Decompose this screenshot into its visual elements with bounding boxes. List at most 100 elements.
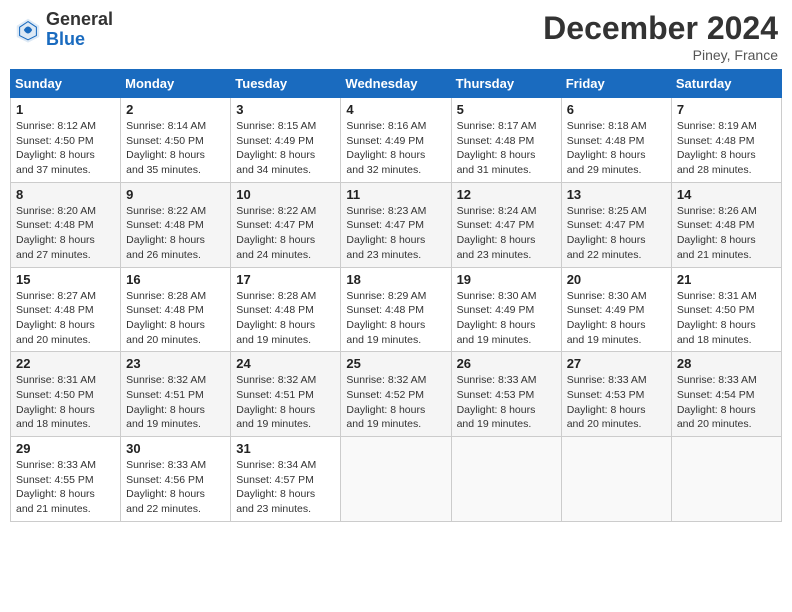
- day-number: 21: [677, 272, 776, 287]
- day-info: Sunrise: 8:26 AMSunset: 4:48 PMDaylight:…: [677, 204, 776, 263]
- day-number: 13: [567, 187, 666, 202]
- day-info: Sunrise: 8:24 AMSunset: 4:47 PMDaylight:…: [457, 204, 556, 263]
- calendar-cell: 14 Sunrise: 8:26 AMSunset: 4:48 PMDayligh…: [671, 182, 781, 267]
- day-number: 17: [236, 272, 335, 287]
- day-info: Sunrise: 8:30 AMSunset: 4:49 PMDaylight:…: [457, 289, 556, 348]
- day-info: Sunrise: 8:16 AMSunset: 4:49 PMDaylight:…: [346, 119, 445, 178]
- logo-text: General Blue: [46, 10, 113, 50]
- calendar-cell: 19 Sunrise: 8:30 AMSunset: 4:49 PMDayligh…: [451, 267, 561, 352]
- day-info: Sunrise: 8:31 AMSunset: 4:50 PMDaylight:…: [677, 289, 776, 348]
- title-block: December 2024 Piney, France: [543, 10, 778, 63]
- day-number: 8: [16, 187, 115, 202]
- calendar-cell: 11Sunrise: 8:23 AMSunset: 4:47 PMDayligh…: [341, 182, 451, 267]
- logo: General Blue: [14, 10, 113, 50]
- day-number: 10: [236, 187, 335, 202]
- day-number: 23: [126, 356, 225, 371]
- day-number: 1: [16, 102, 115, 117]
- calendar-cell: 17 Sunrise: 8:28 AMSunset: 4:48 PMDayligh…: [231, 267, 341, 352]
- day-info: Sunrise: 8:12 AMSunset: 4:50 PMDaylight:…: [16, 119, 115, 178]
- calendar-cell: 8Sunrise: 8:20 AMSunset: 4:48 PMDaylight…: [11, 182, 121, 267]
- calendar-cell: 30 Sunrise: 8:33 AMSunset: 4:56 PMDayligh…: [121, 437, 231, 522]
- day-info: Sunrise: 8:14 AMSunset: 4:50 PMDaylight:…: [126, 119, 225, 178]
- day-info: Sunrise: 8:32 AMSunset: 4:51 PMDaylight:…: [126, 373, 225, 432]
- day-number: 16: [126, 272, 225, 287]
- logo-general: General: [46, 10, 113, 30]
- day-info: Sunrise: 8:31 AMSunset: 4:50 PMDaylight:…: [16, 373, 115, 432]
- calendar-cell: [561, 437, 671, 522]
- day-info: Sunrise: 8:28 AMSunset: 4:48 PMDaylight:…: [236, 289, 335, 348]
- calendar-cell: [341, 437, 451, 522]
- page-header: General Blue December 2024 Piney, France: [10, 10, 782, 63]
- calendar-cell: 28 Sunrise: 8:33 AMSunset: 4:54 PMDayligh…: [671, 352, 781, 437]
- day-number: 29: [16, 441, 115, 456]
- day-number: 24: [236, 356, 335, 371]
- day-info: Sunrise: 8:19 AMSunset: 4:48 PMDaylight:…: [677, 119, 776, 178]
- calendar-cell: 23 Sunrise: 8:32 AMSunset: 4:51 PMDayligh…: [121, 352, 231, 437]
- day-info: Sunrise: 8:33 AMSunset: 4:55 PMDaylight:…: [16, 458, 115, 517]
- calendar-cell: 10 Sunrise: 8:22 AMSunset: 4:47 PMDayligh…: [231, 182, 341, 267]
- day-info: Sunrise: 8:32 AMSunset: 4:51 PMDaylight:…: [236, 373, 335, 432]
- day-header-thursday: Thursday: [451, 70, 561, 98]
- day-number: 22: [16, 356, 115, 371]
- calendar-cell: 12Sunrise: 8:24 AMSunset: 4:47 PMDayligh…: [451, 182, 561, 267]
- day-info: Sunrise: 8:28 AMSunset: 4:48 PMDaylight:…: [126, 289, 225, 348]
- day-number: 14: [677, 187, 776, 202]
- calendar-header-row: SundayMondayTuesdayWednesdayThursdayFrid…: [11, 70, 782, 98]
- day-info: Sunrise: 8:17 AMSunset: 4:48 PMDaylight:…: [457, 119, 556, 178]
- calendar-cell: 24 Sunrise: 8:32 AMSunset: 4:51 PMDayligh…: [231, 352, 341, 437]
- day-number: 30: [126, 441, 225, 456]
- calendar-cell: 16 Sunrise: 8:28 AMSunset: 4:48 PMDayligh…: [121, 267, 231, 352]
- day-number: 9: [126, 187, 225, 202]
- day-info: Sunrise: 8:22 AMSunset: 4:47 PMDaylight:…: [236, 204, 335, 263]
- day-number: 19: [457, 272, 556, 287]
- day-info: Sunrise: 8:33 AMSunset: 4:53 PMDaylight:…: [457, 373, 556, 432]
- day-number: 6: [567, 102, 666, 117]
- calendar-cell: 4Sunrise: 8:16 AMSunset: 4:49 PMDaylight…: [341, 98, 451, 183]
- calendar-cell: 7 Sunrise: 8:19 AMSunset: 4:48 PMDaylight…: [671, 98, 781, 183]
- calendar-week-row: 1 Sunrise: 8:12 AMSunset: 4:50 PMDaylight…: [11, 98, 782, 183]
- calendar-week-row: 22 Sunrise: 8:31 AMSunset: 4:50 PMDayligh…: [11, 352, 782, 437]
- day-number: 5: [457, 102, 556, 117]
- calendar-cell: 1 Sunrise: 8:12 AMSunset: 4:50 PMDaylight…: [11, 98, 121, 183]
- day-info: Sunrise: 8:33 AMSunset: 4:56 PMDaylight:…: [126, 458, 225, 517]
- day-number: 7: [677, 102, 776, 117]
- day-number: 18: [346, 272, 445, 287]
- day-header-saturday: Saturday: [671, 70, 781, 98]
- calendar-cell: 9 Sunrise: 8:22 AMSunset: 4:48 PMDaylight…: [121, 182, 231, 267]
- day-number: 20: [567, 272, 666, 287]
- calendar-cell: 31 Sunrise: 8:34 AMSunset: 4:57 PMDayligh…: [231, 437, 341, 522]
- day-info: Sunrise: 8:27 AMSunset: 4:48 PMDaylight:…: [16, 289, 115, 348]
- location: Piney, France: [543, 47, 778, 63]
- calendar-week-row: 29 Sunrise: 8:33 AMSunset: 4:55 PMDayligh…: [11, 437, 782, 522]
- day-info: Sunrise: 8:23 AMSunset: 4:47 PMDaylight:…: [346, 204, 445, 263]
- day-info: Sunrise: 8:34 AMSunset: 4:57 PMDaylight:…: [236, 458, 335, 517]
- calendar-table: SundayMondayTuesdayWednesdayThursdayFrid…: [10, 69, 782, 522]
- day-number: 3: [236, 102, 335, 117]
- day-info: Sunrise: 8:30 AMSunset: 4:49 PMDaylight:…: [567, 289, 666, 348]
- day-header-tuesday: Tuesday: [231, 70, 341, 98]
- calendar-cell: 21 Sunrise: 8:31 AMSunset: 4:50 PMDayligh…: [671, 267, 781, 352]
- day-info: Sunrise: 8:29 AMSunset: 4:48 PMDaylight:…: [346, 289, 445, 348]
- day-info: Sunrise: 8:32 AMSunset: 4:52 PMDaylight:…: [346, 373, 445, 432]
- calendar-cell: 27Sunrise: 8:33 AMSunset: 4:53 PMDayligh…: [561, 352, 671, 437]
- day-number: 26: [457, 356, 556, 371]
- day-number: 28: [677, 356, 776, 371]
- calendar-cell: 13Sunrise: 8:25 AMSunset: 4:47 PMDayligh…: [561, 182, 671, 267]
- calendar-cell: 25Sunrise: 8:32 AMSunset: 4:52 PMDayligh…: [341, 352, 451, 437]
- calendar-cell: [671, 437, 781, 522]
- calendar-cell: 22 Sunrise: 8:31 AMSunset: 4:50 PMDayligh…: [11, 352, 121, 437]
- day-info: Sunrise: 8:15 AMSunset: 4:49 PMDaylight:…: [236, 119, 335, 178]
- calendar-cell: 2 Sunrise: 8:14 AMSunset: 4:50 PMDaylight…: [121, 98, 231, 183]
- day-number: 2: [126, 102, 225, 117]
- day-number: 31: [236, 441, 335, 456]
- calendar-cell: [451, 437, 561, 522]
- calendar-cell: 18 Sunrise: 8:29 AMSunset: 4:48 PMDayligh…: [341, 267, 451, 352]
- day-info: Sunrise: 8:22 AMSunset: 4:48 PMDaylight:…: [126, 204, 225, 263]
- day-header-wednesday: Wednesday: [341, 70, 451, 98]
- day-info: Sunrise: 8:33 AMSunset: 4:54 PMDaylight:…: [677, 373, 776, 432]
- day-header-sunday: Sunday: [11, 70, 121, 98]
- calendar-week-row: 8Sunrise: 8:20 AMSunset: 4:48 PMDaylight…: [11, 182, 782, 267]
- day-info: Sunrise: 8:18 AMSunset: 4:48 PMDaylight:…: [567, 119, 666, 178]
- calendar-cell: 26 Sunrise: 8:33 AMSunset: 4:53 PMDayligh…: [451, 352, 561, 437]
- day-number: 27: [567, 356, 666, 371]
